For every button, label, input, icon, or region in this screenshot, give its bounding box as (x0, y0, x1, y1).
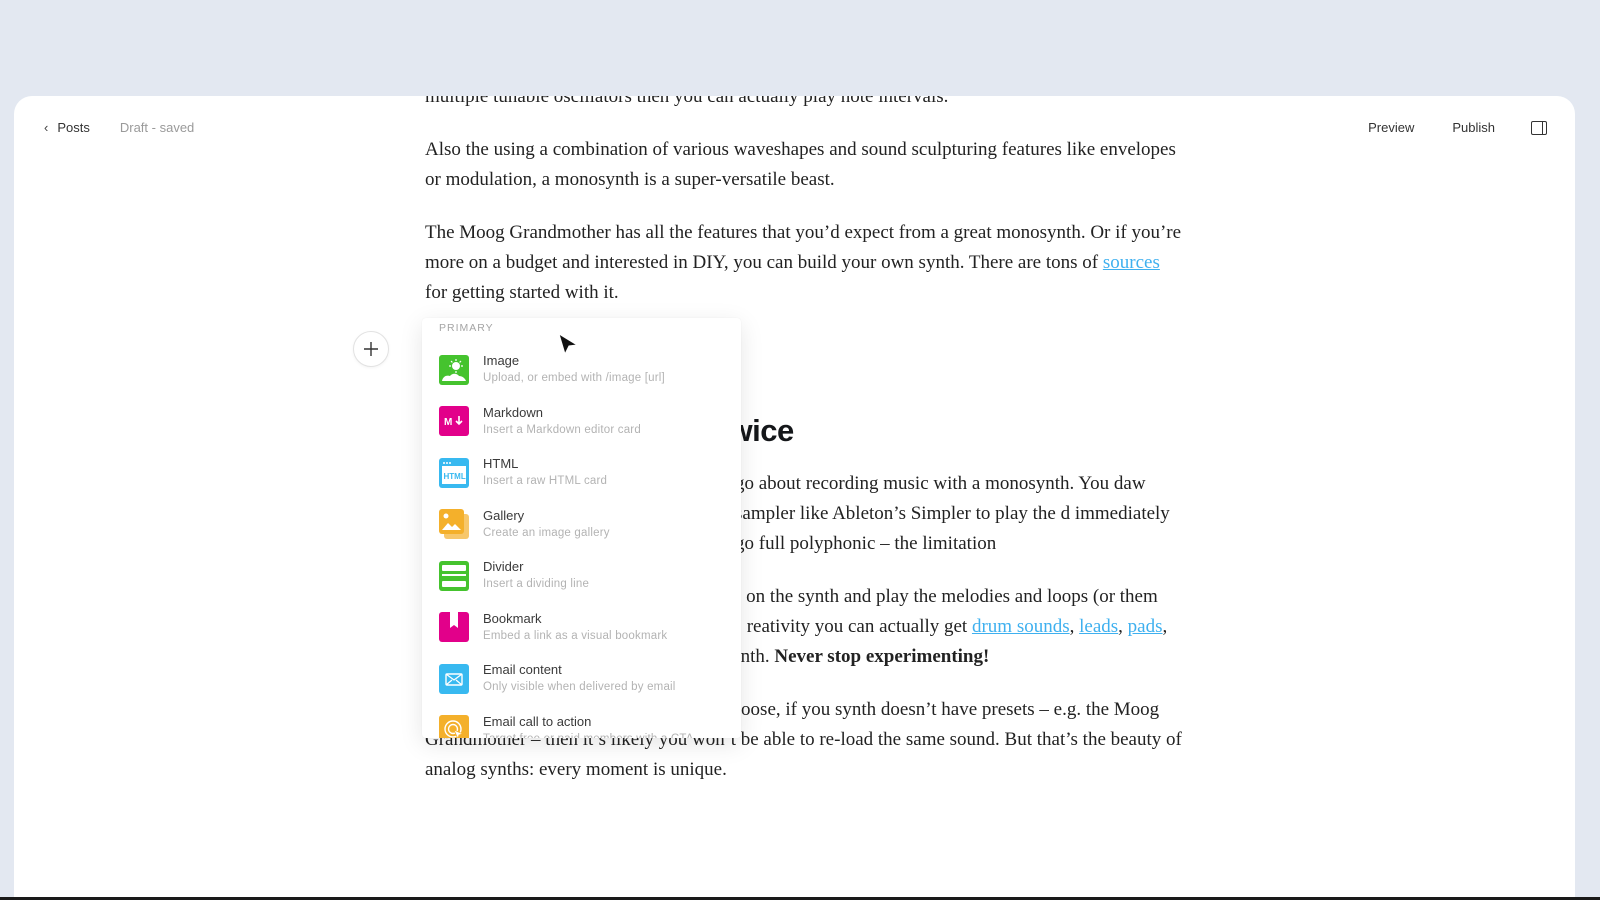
editor-window: ‹ Posts Draft - saved Preview Publish mu… (14, 96, 1575, 900)
leads-link[interactable]: leads (1079, 616, 1118, 637)
menu-item-gallery[interactable]: Gallery Create an image gallery (422, 499, 741, 551)
menu-item-description: Only visible when delivered by email (483, 681, 676, 694)
topbar-right: Preview Publish (1330, 120, 1547, 135)
text: , (1162, 616, 1168, 637)
chevron-left-icon: ‹ (44, 120, 49, 135)
menu-item-html[interactable]: HTML HTML Insert a raw HTML card (422, 447, 741, 499)
plus-icon (364, 342, 378, 356)
menu-item-email-content[interactable]: Email content Only visible when delivered… (422, 653, 741, 705)
menu-item-label: Bookmark (483, 610, 542, 626)
menu-item-image[interactable]: Image Upload, or embed with /image [url] (422, 344, 741, 396)
back-label: Posts (57, 120, 90, 135)
menu-item-label: Email content (483, 662, 562, 678)
menu-item-label: Markdown (483, 404, 543, 420)
markdown-icon: M (439, 406, 469, 437)
menu-item-label: HTML (483, 456, 519, 472)
paragraph: The Moog Grandmother has all the feature… (425, 218, 1185, 308)
svg-text:M: M (444, 417, 452, 428)
menu-item-description: Insert a Markdown editor card (483, 423, 641, 436)
menu-item-label: Image (483, 353, 520, 369)
cta-icon (439, 715, 469, 738)
menu-item-bookmark[interactable]: Bookmark Embed a link as a visual bookmar… (422, 602, 741, 654)
menu-section-label: PRIMARY (439, 322, 494, 334)
drum-sounds-link[interactable]: drum sounds (972, 616, 1070, 637)
menu-item-description: Target free or paid members with a CTA (483, 731, 694, 738)
publish-button[interactable]: Publish (1452, 120, 1495, 135)
image-icon (439, 354, 469, 385)
gallery-icon (439, 509, 469, 540)
card-menu: PRIMARY Image Upload, or embed with /imag… (422, 318, 741, 738)
add-card-button[interactable] (353, 331, 389, 367)
bold-text: Never stop experimenting! (774, 646, 990, 667)
menu-item-label: Gallery (483, 507, 525, 523)
text: go about recording music with a monosynt… (735, 473, 1170, 554)
back-to-posts-link[interactable]: ‹ Posts (44, 120, 90, 135)
text: , (1069, 616, 1080, 637)
menu-item-label: Divider (483, 559, 524, 575)
save-status: Draft - saved (119, 120, 195, 135)
preview-button[interactable]: Preview (1368, 120, 1414, 135)
text: The Moog Grandmother has all the feature… (425, 222, 1182, 273)
text: , (1118, 616, 1128, 637)
menu-item-description: Embed a link as a visual bookmark (483, 629, 668, 642)
pads-link[interactable]: pads (1128, 616, 1163, 637)
menu-item-description: Insert a raw HTML card (483, 475, 608, 488)
bookmark-icon (439, 612, 469, 643)
menu-item-email-cta[interactable]: Email call to action Target free or paid … (422, 705, 741, 738)
paragraph: Also the using a combination of various … (425, 139, 1176, 190)
menu-item-description: Insert a dividing line (483, 578, 590, 591)
email-icon (439, 663, 469, 694)
topbar-left: ‹ Posts Draft - saved (44, 120, 194, 135)
text: for getting started with it. (425, 282, 619, 303)
svg-text:HTML: HTML (444, 472, 466, 481)
menu-item-label: Email call to action (483, 713, 592, 729)
menu-item-divider[interactable]: Divider Insert a dividing line (422, 550, 741, 602)
html-icon: HTML (439, 457, 469, 488)
menu-item-markdown[interactable]: M Markdown Insert a Markdown editor card (422, 396, 741, 448)
paragraph: multiple tunable oscillators then you ca… (425, 96, 949, 107)
sidebar-toggle-icon[interactable] (1531, 120, 1547, 135)
divider-icon (439, 560, 469, 591)
sources-link[interactable]: sources (1103, 252, 1160, 273)
menu-item-description: Upload, or embed with /image [url] (483, 372, 665, 385)
menu-item-description: Create an image gallery (483, 526, 610, 539)
